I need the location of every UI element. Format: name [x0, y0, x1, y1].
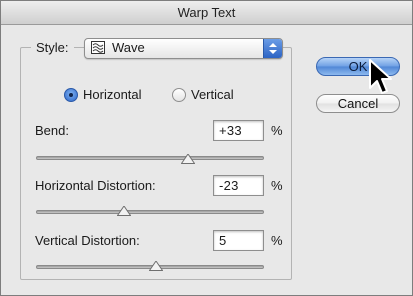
- horizontal-distortion-unit: %: [271, 178, 283, 193]
- vertical-distortion-label: Vertical Distortion:: [35, 233, 140, 248]
- bend-slider-thumb[interactable]: [180, 154, 195, 164]
- horizontal-distortion-value: -23: [219, 178, 239, 193]
- style-dropdown[interactable]: Wave: [84, 38, 283, 59]
- radio-vertical-label: Vertical: [191, 87, 234, 102]
- horizontal-distortion-slider-thumb[interactable]: [116, 206, 131, 216]
- horizontal-distortion-input[interactable]: -23: [213, 175, 264, 196]
- vertical-distortion-unit: %: [271, 233, 283, 248]
- vertical-distortion-value: 5: [219, 233, 227, 248]
- style-label: Style:: [31, 40, 74, 56]
- bend-unit: %: [271, 123, 283, 138]
- cancel-button[interactable]: Cancel: [316, 94, 400, 113]
- wave-icon: [91, 41, 105, 54]
- radio-button-unselected[interactable]: [172, 88, 186, 102]
- window-title: Warp Text: [1, 1, 412, 25]
- bend-input[interactable]: +33: [213, 120, 264, 141]
- vertical-distortion-slider-thumb[interactable]: [148, 261, 163, 271]
- vertical-distortion-input[interactable]: 5: [213, 230, 264, 251]
- style-selected-value: Wave: [112, 40, 145, 55]
- dropdown-arrows[interactable]: [263, 39, 282, 58]
- radio-button-selected[interactable]: [64, 88, 78, 102]
- up-down-arrows-icon: [269, 43, 277, 54]
- bend-label: Bend:: [35, 123, 69, 138]
- mouse-pointer-icon: [369, 59, 392, 94]
- warp-text-dialog: Warp Text Style: Wave Horizontal Vertica…: [0, 0, 413, 296]
- horizontal-distortion-slider-track[interactable]: [36, 210, 264, 214]
- bend-slider-track[interactable]: [36, 156, 264, 160]
- horizontal-distortion-label: Horizontal Distortion:: [35, 178, 156, 193]
- radio-horizontal-label: Horizontal: [83, 87, 142, 102]
- bend-value: +33: [219, 123, 242, 138]
